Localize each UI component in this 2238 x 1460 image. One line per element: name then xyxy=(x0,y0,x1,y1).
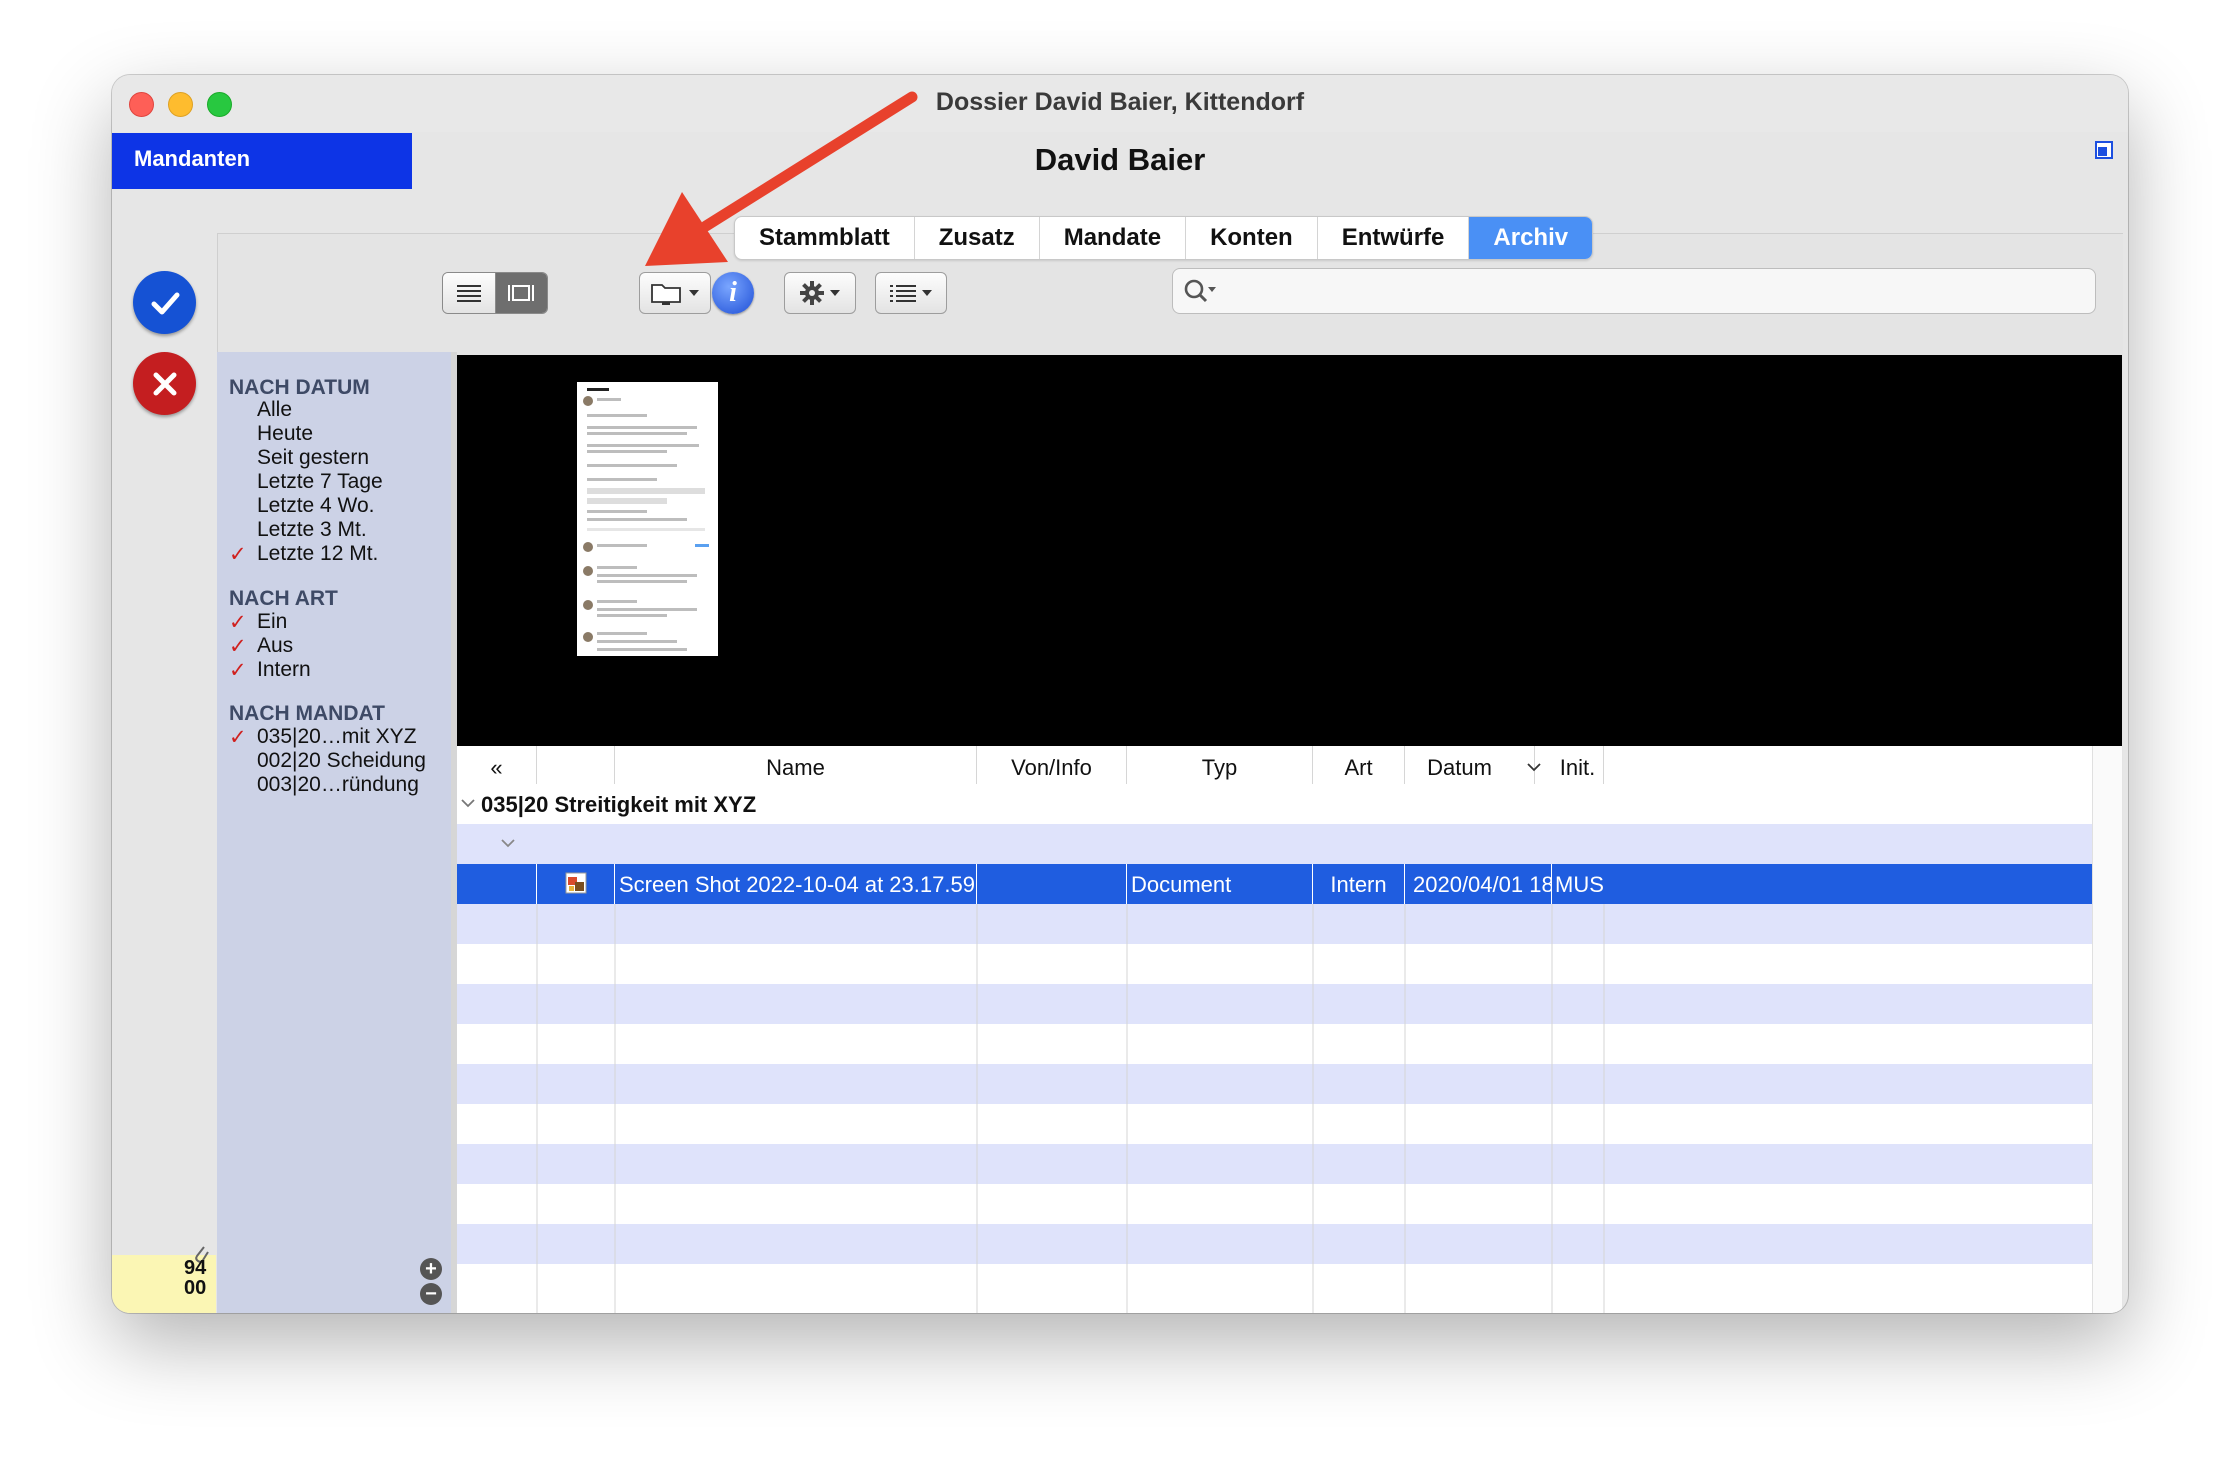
tab-stammblatt[interactable]: Stammblatt xyxy=(735,217,915,259)
group-row[interactable]: 035|20 Streitigkeit mit XYZ xyxy=(457,784,2092,824)
chevron-down-icon xyxy=(922,290,932,296)
tab-archiv[interactable]: Archiv xyxy=(1469,217,1593,259)
sort-descending-icon[interactable] xyxy=(1527,762,1541,772)
column-icon[interactable] xyxy=(537,746,615,784)
group-label: 035|20 Streitigkeit mit XYZ xyxy=(481,792,757,817)
filter-mandat-003[interactable]: 003|20…ründung xyxy=(257,773,419,797)
checkmark-icon xyxy=(151,292,179,314)
list-menu-button[interactable] xyxy=(875,272,947,314)
remove-filter-button[interactable]: − xyxy=(420,1283,442,1305)
nach-datum-heading: NACH DATUM xyxy=(229,376,370,399)
filter-art-aus[interactable]: Aus xyxy=(257,634,293,658)
tab-entwuerfe[interactable]: Entwürfe xyxy=(1318,217,1470,259)
list-view-button[interactable] xyxy=(443,273,496,313)
secondary-count: 00 xyxy=(184,1277,207,1299)
search-input[interactable] xyxy=(1221,275,2085,309)
filter-date-4-wochen[interactable]: Letzte 4 Wo. xyxy=(257,494,375,518)
counter-panel: 94 00 xyxy=(112,1246,216,1313)
view-mode-segmented-control xyxy=(442,272,548,314)
column-name[interactable]: Name xyxy=(615,746,977,784)
window-title: Dossier David Baier, Kittendorf xyxy=(935,88,1305,116)
search-icon[interactable] xyxy=(1183,278,1217,304)
cell-icon xyxy=(537,864,615,904)
table-row[interactable] xyxy=(457,944,2092,984)
column-collapse[interactable]: « xyxy=(457,746,537,784)
column-von-info[interactable]: Von/Info xyxy=(977,746,1127,784)
window-layout-icon[interactable] xyxy=(2095,141,2113,159)
table-row[interactable] xyxy=(457,1024,2092,1064)
cell-collapse xyxy=(457,864,537,904)
chevron-down-icon[interactable] xyxy=(501,838,515,848)
tab-konten[interactable]: Konten xyxy=(1186,217,1318,259)
column-datum[interactable]: Datum xyxy=(1405,746,1535,784)
cell-init: MUS xyxy=(1555,872,1604,897)
tab-mandate[interactable]: Mandate xyxy=(1040,217,1187,259)
folder-menu-button[interactable] xyxy=(639,272,711,314)
gear-icon xyxy=(800,281,824,305)
table-row-selected[interactable]: Screen Shot 2022-10-04 at 23.17.59.png D… xyxy=(457,864,2092,904)
column-init[interactable]: Init. xyxy=(1552,746,1604,784)
filter-date-7-tage[interactable]: Letzte 7 Tage xyxy=(257,470,383,494)
checkmark-icon: ✓ xyxy=(229,543,247,566)
filter-date-heute[interactable]: Heute xyxy=(257,422,313,446)
gear-menu-button[interactable] xyxy=(784,272,856,314)
cell-von-info xyxy=(977,864,1127,904)
table-row[interactable] xyxy=(457,1184,2092,1224)
filter-art-ein[interactable]: Ein xyxy=(257,610,287,634)
checkmark-icon: ✓ xyxy=(229,726,247,749)
confirm-button[interactable] xyxy=(133,271,196,334)
list-icon xyxy=(890,285,916,302)
preview-view-button[interactable] xyxy=(495,273,547,313)
filter-date-3-monate[interactable]: Letzte 3 Mt. xyxy=(257,518,367,542)
close-icon xyxy=(153,372,176,395)
add-filter-button[interactable]: + xyxy=(420,1258,442,1280)
column-typ[interactable]: Typ xyxy=(1127,746,1313,784)
filter-mandat-035[interactable]: 035|20…mit XYZ xyxy=(257,725,417,749)
filter-date-12-monate[interactable]: Letzte 12 Mt. xyxy=(257,542,378,566)
list-view-icon xyxy=(456,285,481,302)
table-scrollbar[interactable] xyxy=(2092,746,2122,1313)
info-button[interactable]: i xyxy=(712,272,754,314)
table-row[interactable] xyxy=(457,1224,2092,1264)
tab-zusatz[interactable]: Zusatz xyxy=(915,217,1040,259)
document-table: « Name Von/Info Typ Art Datum Init. 035|… xyxy=(457,746,2122,1313)
document-preview xyxy=(457,355,2122,746)
filter-art-intern[interactable]: Intern xyxy=(257,658,311,682)
table-row[interactable] xyxy=(457,1264,2092,1304)
filter-mandat-002[interactable]: 002|20 Scheidung xyxy=(257,749,426,773)
checkmark-icon: ✓ xyxy=(229,635,247,658)
cancel-button[interactable] xyxy=(133,352,196,415)
cell-typ: Document xyxy=(1127,864,1313,904)
subgroup-row[interactable] xyxy=(457,824,2092,864)
checkmark-icon: ✓ xyxy=(229,659,247,682)
chevron-down-icon xyxy=(830,290,840,296)
chevron-down-icon[interactable] xyxy=(461,798,475,808)
filter-date-alle[interactable]: Alle xyxy=(257,398,292,422)
folder-icon xyxy=(651,284,681,305)
nach-art-heading: NACH ART xyxy=(229,587,338,610)
filter-date-seit-gestern[interactable]: Seit gestern xyxy=(257,446,369,470)
cell-art: Intern xyxy=(1313,864,1405,904)
table-row[interactable] xyxy=(457,1064,2092,1104)
table-row[interactable] xyxy=(457,1104,2092,1144)
title-bar: Dossier David Baier, Kittendorf xyxy=(112,75,2128,132)
column-art[interactable]: Art xyxy=(1313,746,1405,784)
cell-datum: 2020/04/01 18:03 xyxy=(1405,864,1552,904)
nach-mandat-heading: NACH MANDAT xyxy=(229,702,385,725)
chevron-down-icon xyxy=(689,290,699,296)
table-row[interactable] xyxy=(457,984,2092,1024)
cell-name: Screen Shot 2022-10-04 at 23.17.59.png xyxy=(615,864,977,904)
filter-sidebar: NACH DATUM Alle Heute Seit gestern Letzt… xyxy=(217,352,457,1313)
table-row[interactable] xyxy=(457,904,2092,944)
table-row[interactable] xyxy=(457,1144,2092,1184)
checkmark-icon: ✓ xyxy=(229,611,247,634)
table-header: « Name Von/Info Typ Art Datum Init. xyxy=(457,746,2092,785)
client-name-heading: David Baier xyxy=(1034,142,1206,177)
app-window: Dossier David Baier, Kittendorf Mandante… xyxy=(112,75,2128,1313)
image-file-icon xyxy=(565,872,587,894)
document-thumbnail[interactable] xyxy=(577,382,718,656)
search-field xyxy=(1172,268,2096,314)
preview-view-icon xyxy=(508,285,535,301)
dossier-tabs: Stammblatt Zusatz Mandate Konten Entwürf… xyxy=(734,216,1594,260)
